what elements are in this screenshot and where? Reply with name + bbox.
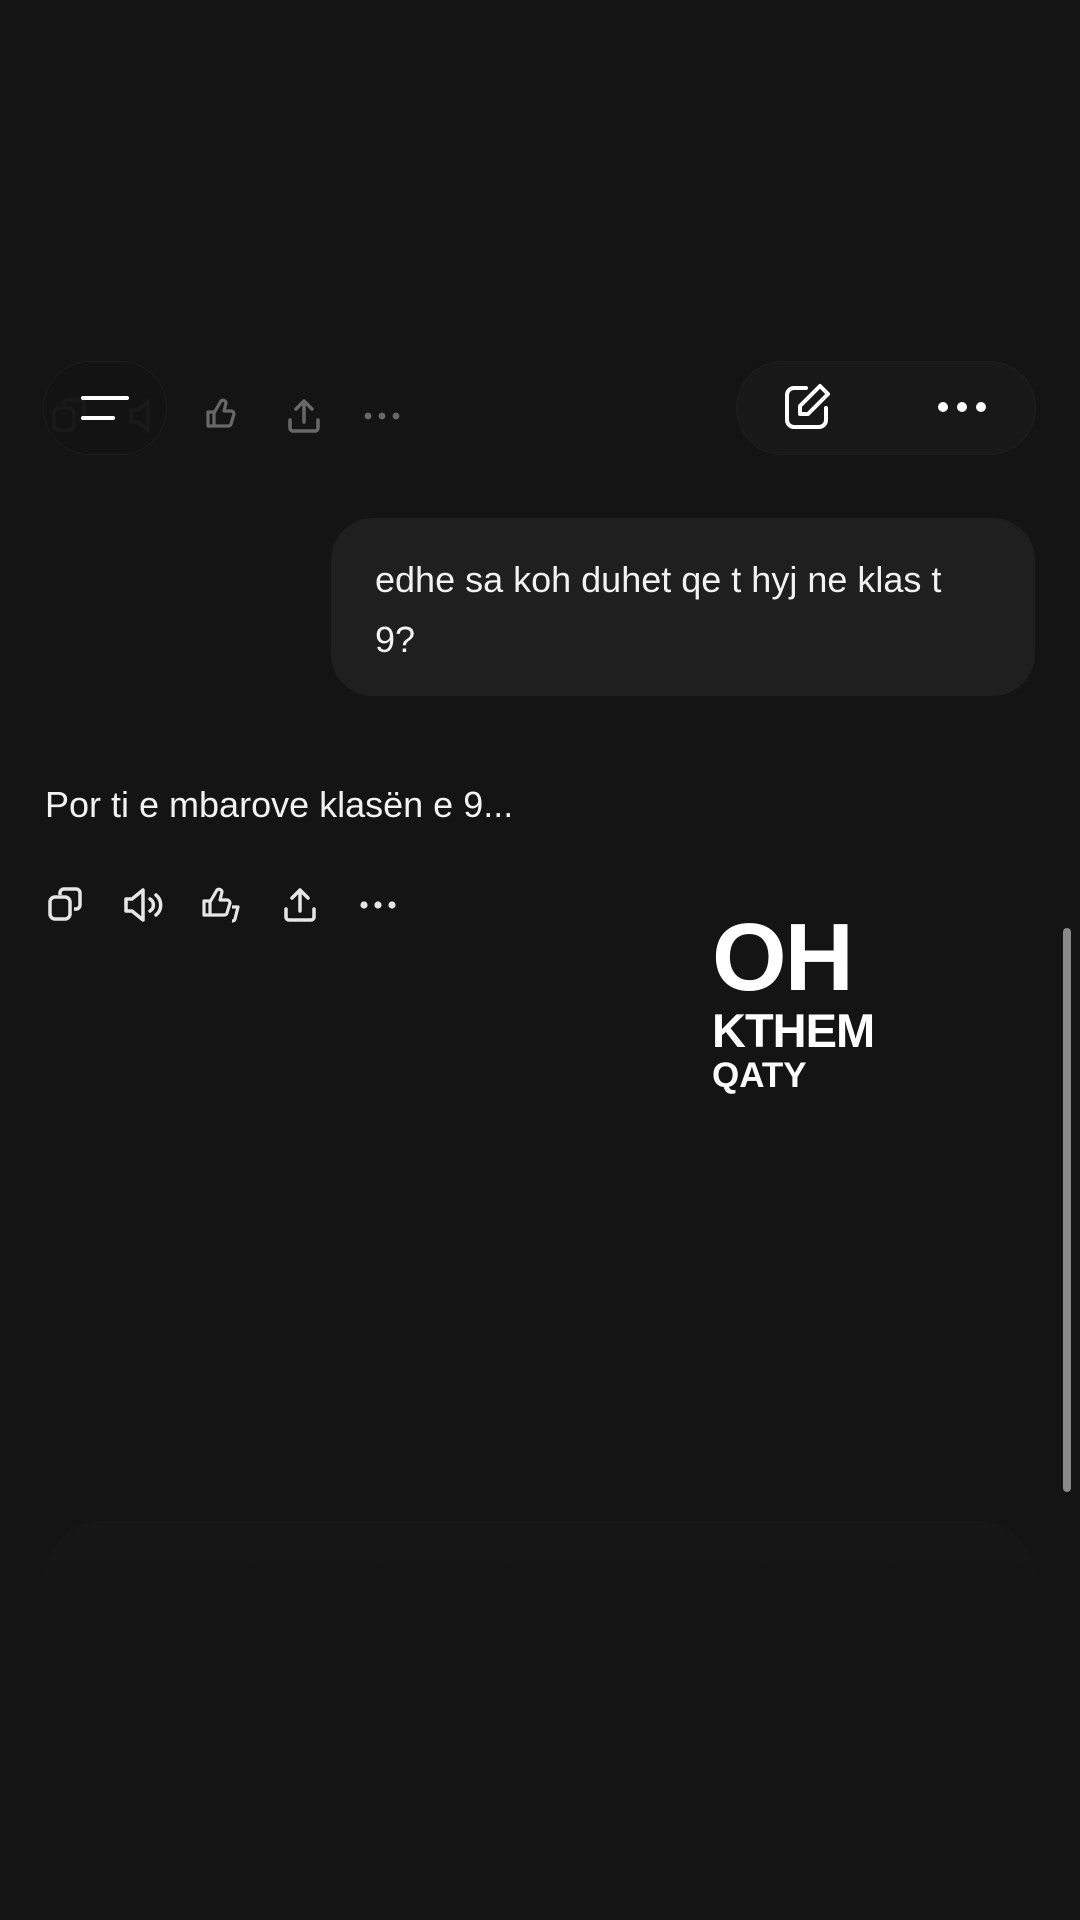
more-icon[interactable] — [356, 390, 408, 442]
assistant-message-actions — [40, 878, 404, 932]
more-icon[interactable] — [927, 377, 997, 437]
copy-icon[interactable] — [40, 878, 92, 932]
overlay-line-2: KTHEM — [712, 1004, 875, 1057]
overlay-line-1: OH — [712, 904, 854, 1011]
overlay-caption: OH KTHEM QATY — [712, 904, 875, 1096]
thumbs-icon[interactable] — [200, 390, 252, 442]
menu-button[interactable] — [44, 362, 166, 454]
menu-icon — [80, 392, 130, 424]
user-message-text: edhe sa koh duhet qe t hyj ne klas t 9? — [375, 559, 942, 660]
composer-area[interactable] — [44, 1522, 1036, 1642]
scrollbar-thumb[interactable] — [1063, 928, 1071, 1492]
assistant-message-text: Por ti e mbarove klasën e 9... — [45, 784, 514, 825]
share-icon[interactable] — [274, 878, 326, 932]
header-actions — [737, 362, 1035, 454]
user-message-bubble: edhe sa koh duhet qe t hyj ne klas t 9? — [331, 518, 1035, 696]
thumbs-icon[interactable] — [196, 878, 248, 932]
overlay-line-3: QATY — [712, 1056, 807, 1095]
speaker-icon[interactable] — [118, 878, 170, 932]
share-icon[interactable] — [278, 390, 330, 442]
edit-icon[interactable] — [777, 377, 837, 437]
more-icon[interactable] — [352, 878, 404, 932]
